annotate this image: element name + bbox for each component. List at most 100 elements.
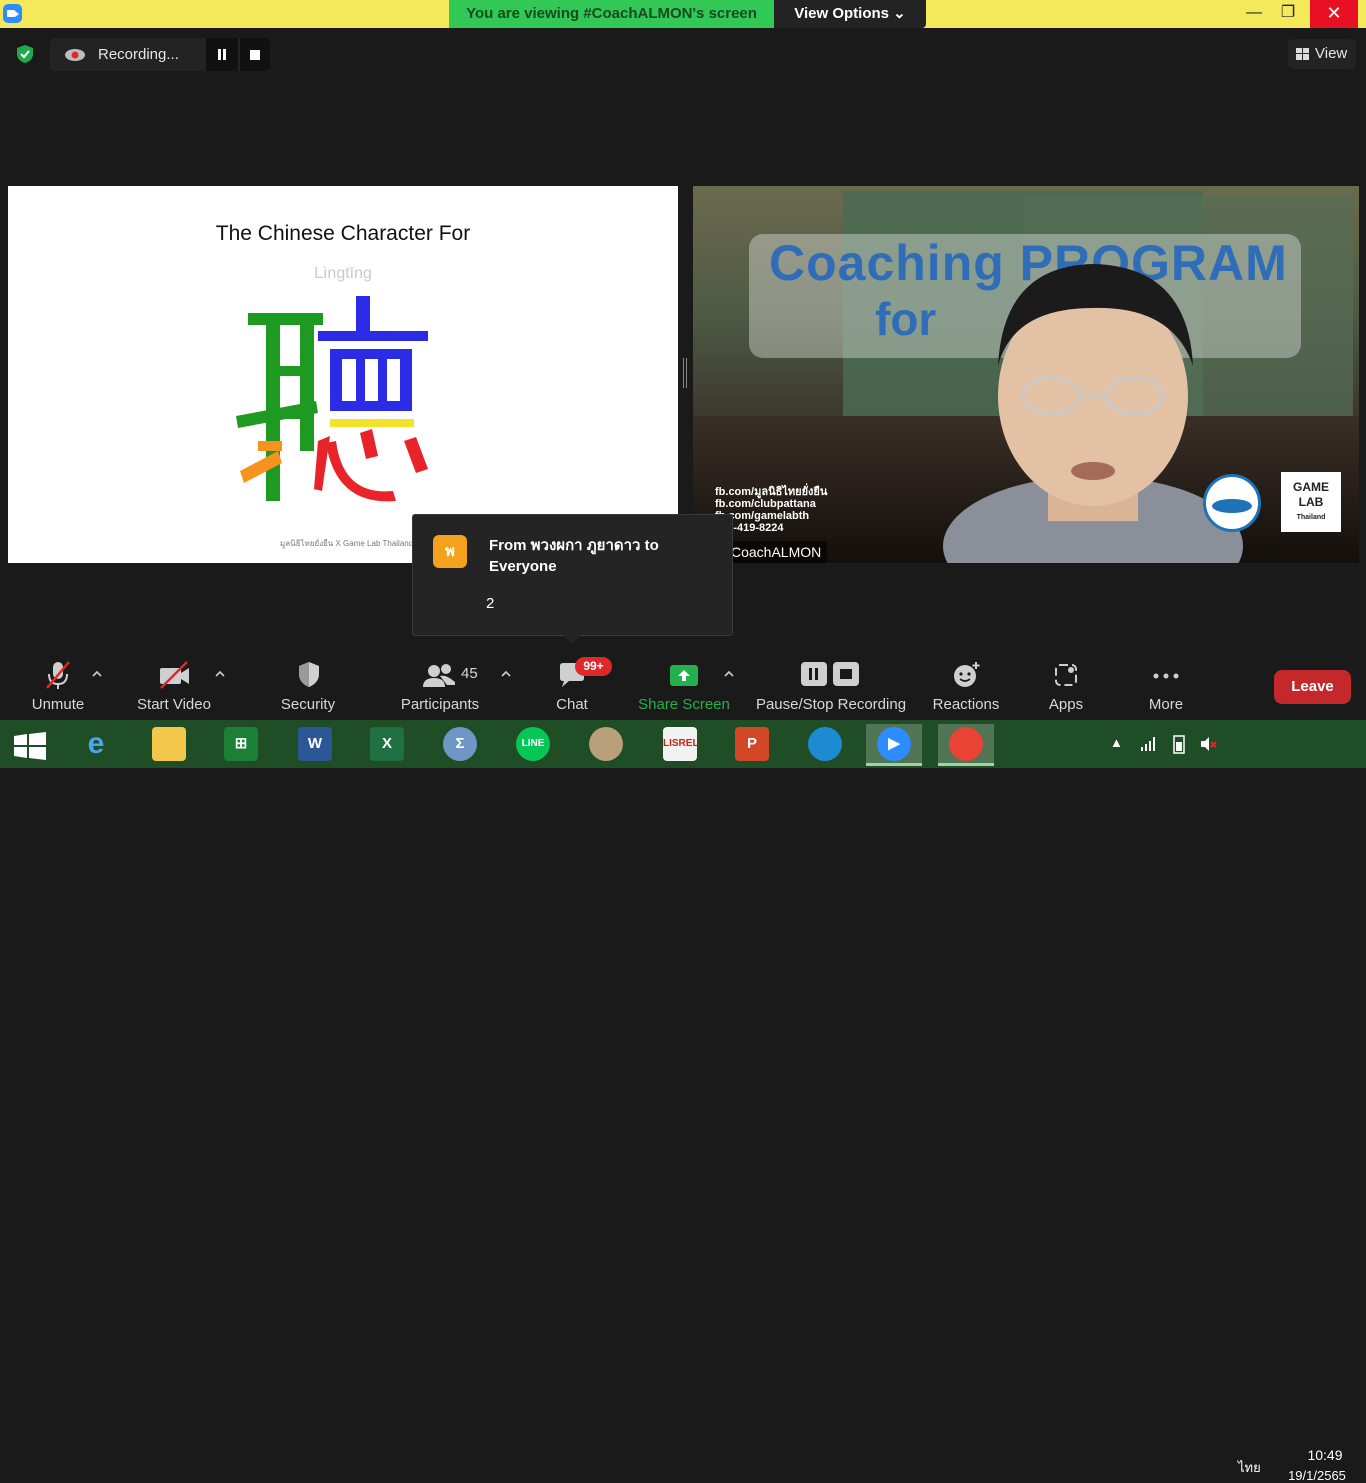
more-label: More <box>1148 696 1184 713</box>
view-button[interactable]: View <box>1288 39 1356 69</box>
foundation-logo <box>1203 474 1261 532</box>
minimize-icon[interactable]: — <box>1237 0 1271 28</box>
speaker-muted-icon[interactable] <box>1200 736 1218 752</box>
participant-name-label: CoachALMON <box>725 541 828 563</box>
line-icon: LINE <box>516 727 550 761</box>
taskbar-internet-explorer[interactable]: e <box>68 724 124 766</box>
taskbar-line[interactable]: LINE <box>505 724 561 766</box>
split-resize-handle[interactable] <box>683 358 687 388</box>
participant-video: Coaching PROGRAM for fb.com/มูลนิธิไทยยั… <box>693 186 1359 563</box>
start-video-button[interactable]: Start Video <box>130 651 218 720</box>
pause-recording-button[interactable] <box>206 38 238 71</box>
chat-unread-badge: 99+ <box>575 657 612 676</box>
view-label: View <box>1315 45 1348 62</box>
taskbar-excel[interactable]: X <box>359 724 415 766</box>
chat-notification[interactable]: พ From พวงผกา ภูยาดาว to Everyone 2 <box>412 514 733 644</box>
taskbar-zoom[interactable]: ▶ <box>866 724 922 766</box>
math-input-icon: Σ <box>443 727 477 761</box>
pause-stop-recording-button[interactable]: Pause/Stop Recording <box>752 651 910 720</box>
view-options-label: View Options <box>794 5 889 22</box>
windows-start-button[interactable] <box>2 724 58 766</box>
lisrel-icon: LISREL <box>663 727 699 761</box>
participant-figure <box>943 264 1243 563</box>
store-icon: ⊞ <box>224 727 258 761</box>
viewing-banner: You are viewing #CoachALMON's screen <box>449 0 774 28</box>
chat-sender: From พวงผกา ภูยาดาว to Everyone <box>489 537 659 575</box>
battery-icon[interactable] <box>1172 734 1186 754</box>
chevron-up-icon[interactable] <box>500 669 512 679</box>
chevron-up-icon[interactable] <box>723 669 735 679</box>
apps-button[interactable]: Apps <box>1040 651 1092 720</box>
slide-subtitle: Lìngtīng <box>314 265 372 282</box>
pause-stop-recording-label: Pause/Stop Recording <box>755 696 907 713</box>
contact-line: fb.com/clubpattana <box>715 498 816 510</box>
participants-icon <box>423 664 455 687</box>
reactions-label: Reactions <box>932 696 1000 713</box>
taskbar-math-input[interactable]: Σ <box>432 724 488 766</box>
game-lab-logo-subtext: Thailand <box>1296 514 1326 521</box>
apps-label: Apps <box>1048 696 1084 713</box>
powerpoint-icon: P <box>735 727 769 761</box>
apps-icon <box>1055 664 1077 686</box>
close-icon[interactable]: ✕ <box>1310 0 1358 28</box>
unmute-button[interactable]: Unmute <box>22 651 94 720</box>
chinese-character-graphic <box>236 296 428 502</box>
input-language[interactable]: ไทย <box>1238 1457 1261 1478</box>
grid-icon <box>1296 48 1309 60</box>
shield-icon <box>299 662 319 687</box>
chevron-down-icon: ⌄ <box>893 5 906 22</box>
taskbar-paint[interactable] <box>578 724 634 766</box>
title-bar: You are viewing #CoachALMON's screen Vie… <box>0 0 1366 28</box>
maximize-icon[interactable]: ❐ <box>1271 0 1305 28</box>
taskbar-word[interactable]: W <box>287 724 343 766</box>
chat-message: 2 <box>486 595 495 612</box>
taskbar-microsoft-store[interactable]: ⊞ <box>213 724 269 766</box>
shared-screen: The Chinese Character For Lìngtīng มูลนิ… <box>8 186 678 563</box>
leave-button[interactable]: Leave <box>1274 670 1351 704</box>
folder-icon <box>152 727 186 761</box>
more-dots-icon <box>1153 673 1179 679</box>
recording-indicator: Recording... <box>50 38 270 71</box>
start-video-label: Start Video <box>137 696 211 713</box>
shield-check-icon[interactable] <box>15 44 35 64</box>
game-lab-logo-text: GAME LAB <box>1293 480 1329 509</box>
more-button[interactable]: More <box>1140 651 1192 720</box>
chevron-up-icon[interactable]: ▲ <box>1110 735 1123 750</box>
slide-footer: มูลนิธิไทยยั่งยืน X Game Lab Thailand <box>280 539 414 548</box>
chevron-up-icon[interactable] <box>91 669 103 679</box>
microphone-muted-icon <box>46 661 70 689</box>
excel-icon: X <box>370 727 404 761</box>
paint-palette-icon <box>589 727 623 761</box>
clock-time[interactable]: 10:49 <box>1290 1447 1360 1463</box>
stop-recording-button[interactable] <box>240 38 270 71</box>
overlay-title-line2: for <box>875 293 937 345</box>
share-screen-button[interactable]: Share Screen <box>636 651 732 720</box>
zoom-logo-icon <box>3 4 22 23</box>
taskbar-file-explorer[interactable] <box>141 724 197 766</box>
taskbar-lisrel[interactable]: LISREL <box>652 724 708 766</box>
clock-date[interactable]: 19/1/2565 <box>1276 1468 1358 1483</box>
view-options-button[interactable]: View Options ⌄ <box>774 0 926 28</box>
taskbar-chrome[interactable] <box>938 724 994 766</box>
share-screen-label: Share Screen <box>638 696 730 713</box>
avatar: พ <box>433 535 467 568</box>
taskbar-powerpoint[interactable]: P <box>724 724 780 766</box>
chrome-icon <box>949 727 983 761</box>
cloud-record-icon <box>65 49 85 61</box>
emoji-add-icon <box>954 662 980 687</box>
security-button[interactable]: Security <box>272 651 344 720</box>
contact-line: fb.com/มูลนิธิไทยยั่งยืน <box>715 486 828 498</box>
word-icon: W <box>298 727 332 761</box>
game-lab-logo: GAME LAB Thailand <box>1281 472 1341 532</box>
taskbar-edge[interactable] <box>797 724 853 766</box>
reactions-button[interactable]: Reactions <box>928 651 1004 720</box>
zoom-icon: ▶ <box>877 727 911 761</box>
participants-button[interactable]: 45 Participants <box>396 651 484 720</box>
chevron-up-icon[interactable] <box>214 669 226 679</box>
meeting-toolbar: Unmute Start Video Security 45 Participa… <box>0 651 1366 720</box>
windows-logo-icon <box>14 732 46 760</box>
pause-stop-icon <box>801 662 859 686</box>
signal-icon[interactable] <box>1140 736 1156 752</box>
share-screen-icon <box>670 665 698 686</box>
video-camera-off-icon <box>160 661 189 689</box>
